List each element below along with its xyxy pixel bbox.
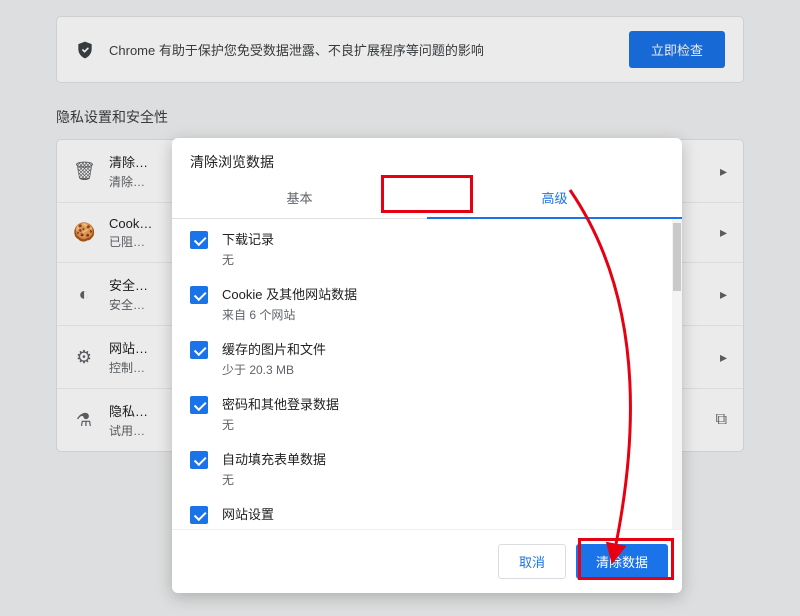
checkbox-checked-icon[interactable] xyxy=(190,231,208,249)
scrollbar[interactable] xyxy=(672,219,682,529)
tab-advanced[interactable]: 高级 xyxy=(427,178,682,219)
clear-browsing-data-dialog: 清除浏览数据 基本 高级 下载记录 无 Cookie 及其他网站数据 来自 6 … xyxy=(172,138,682,593)
dialog-tabs: 基本 高级 xyxy=(172,178,682,219)
chevron-right-icon: ▸ xyxy=(720,224,727,241)
dialog-title: 清除浏览数据 xyxy=(172,138,682,178)
checkbox-checked-icon[interactable] xyxy=(190,451,208,469)
section-title: 隐私设置和安全性 xyxy=(56,107,744,127)
option-passwords[interactable]: 密码和其他登录数据 无 xyxy=(172,388,682,443)
cookie-icon: 🍪 xyxy=(73,222,95,243)
shield-half-icon: ◐ xyxy=(73,284,95,305)
checkbox-checked-icon[interactable] xyxy=(190,506,208,524)
banner-text: Chrome 有助于保护您免受数据泄露、不良扩展程序等问题的影响 xyxy=(109,40,615,59)
option-site-settings[interactable]: 网站设置 无 xyxy=(172,498,682,529)
chevron-right-icon: ▸ xyxy=(720,163,727,180)
flask-icon: ⚗ xyxy=(73,410,95,431)
chevron-right-icon: ▸ xyxy=(720,286,727,303)
option-autofill[interactable]: 自动填充表单数据 无 xyxy=(172,443,682,498)
checkbox-checked-icon[interactable] xyxy=(190,341,208,359)
sliders-icon: ⚙ xyxy=(73,347,95,368)
shield-check-icon xyxy=(75,39,95,61)
check-now-button[interactable]: 立即检查 xyxy=(629,31,725,68)
chevron-right-icon: ▸ xyxy=(720,349,727,366)
trash-icon: 🗑 xyxy=(73,161,95,182)
checkbox-checked-icon[interactable] xyxy=(190,286,208,304)
open-external-icon: ⧉ xyxy=(716,411,727,429)
safety-check-banner: Chrome 有助于保护您免受数据泄露、不良扩展程序等问题的影响 立即检查 xyxy=(56,16,744,83)
option-cached-images[interactable]: 缓存的图片和文件 少于 20.3 MB xyxy=(172,333,682,388)
option-cookies[interactable]: Cookie 及其他网站数据 来自 6 个网站 xyxy=(172,278,682,333)
tab-basic[interactable]: 基本 xyxy=(172,178,427,219)
checkbox-checked-icon[interactable] xyxy=(190,396,208,414)
clear-data-button[interactable]: 清除数据 xyxy=(576,544,668,579)
option-download-history[interactable]: 下载记录 无 xyxy=(172,223,682,278)
dialog-body: 下载记录 无 Cookie 及其他网站数据 来自 6 个网站 缓存的图片和文件 … xyxy=(172,219,682,529)
scrollbar-thumb[interactable] xyxy=(673,223,681,291)
cancel-button[interactable]: 取消 xyxy=(498,544,566,579)
dialog-footer: 取消 清除数据 xyxy=(172,529,682,593)
